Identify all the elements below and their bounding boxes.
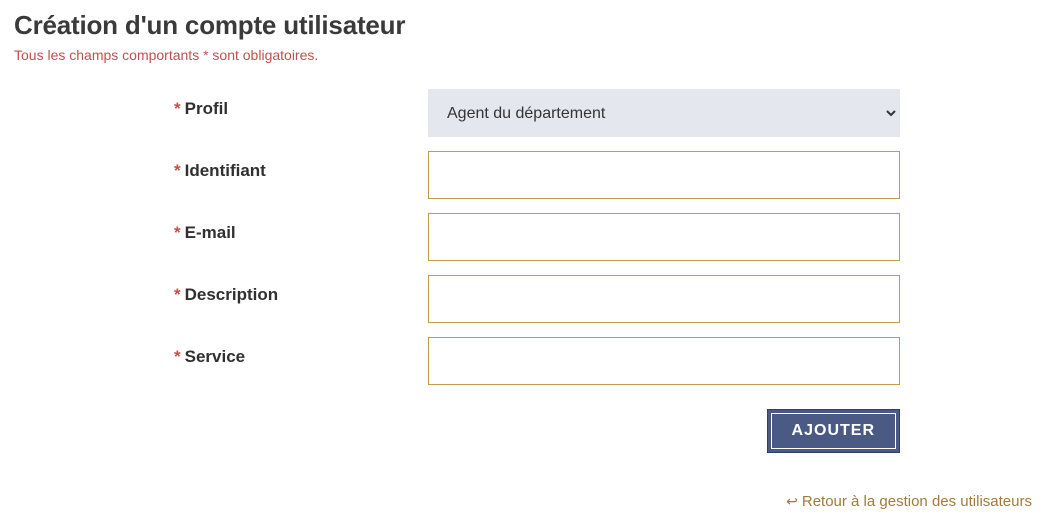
- back-link[interactable]: ↩Retour à la gestion des utilisateurs: [786, 493, 1032, 510]
- required-star-icon: *: [174, 223, 181, 242]
- profil-select[interactable]: Agent du département: [428, 89, 900, 137]
- back-link-text: Retour à la gestion des utilisateurs: [802, 493, 1032, 510]
- submit-button[interactable]: AJOUTER: [767, 409, 900, 453]
- service-input[interactable]: [428, 337, 900, 385]
- required-star-icon: *: [174, 347, 181, 366]
- required-star-icon: *: [174, 285, 181, 304]
- required-fields-note: Tous les champs comportants * sont oblig…: [14, 47, 1032, 63]
- email-input[interactable]: [428, 213, 900, 261]
- email-label: *E-mail: [174, 213, 428, 243]
- profil-label: *Profil: [174, 89, 428, 119]
- identifiant-input[interactable]: [428, 151, 900, 199]
- identifiant-label: *Identifiant: [174, 151, 428, 181]
- identifiant-label-text: Identifiant: [185, 161, 266, 180]
- service-label: *Service: [174, 337, 428, 367]
- description-label: *Description: [174, 275, 428, 305]
- required-star-icon: *: [174, 161, 181, 180]
- page-title: Création d'un compte utilisateur: [14, 10, 1032, 41]
- description-input[interactable]: [428, 275, 900, 323]
- reply-arrow-icon: ↩: [786, 493, 798, 509]
- service-label-text: Service: [185, 347, 246, 366]
- email-label-text: E-mail: [185, 223, 236, 242]
- description-label-text: Description: [185, 285, 279, 304]
- profil-label-text: Profil: [185, 99, 228, 118]
- required-star-icon: *: [174, 99, 181, 118]
